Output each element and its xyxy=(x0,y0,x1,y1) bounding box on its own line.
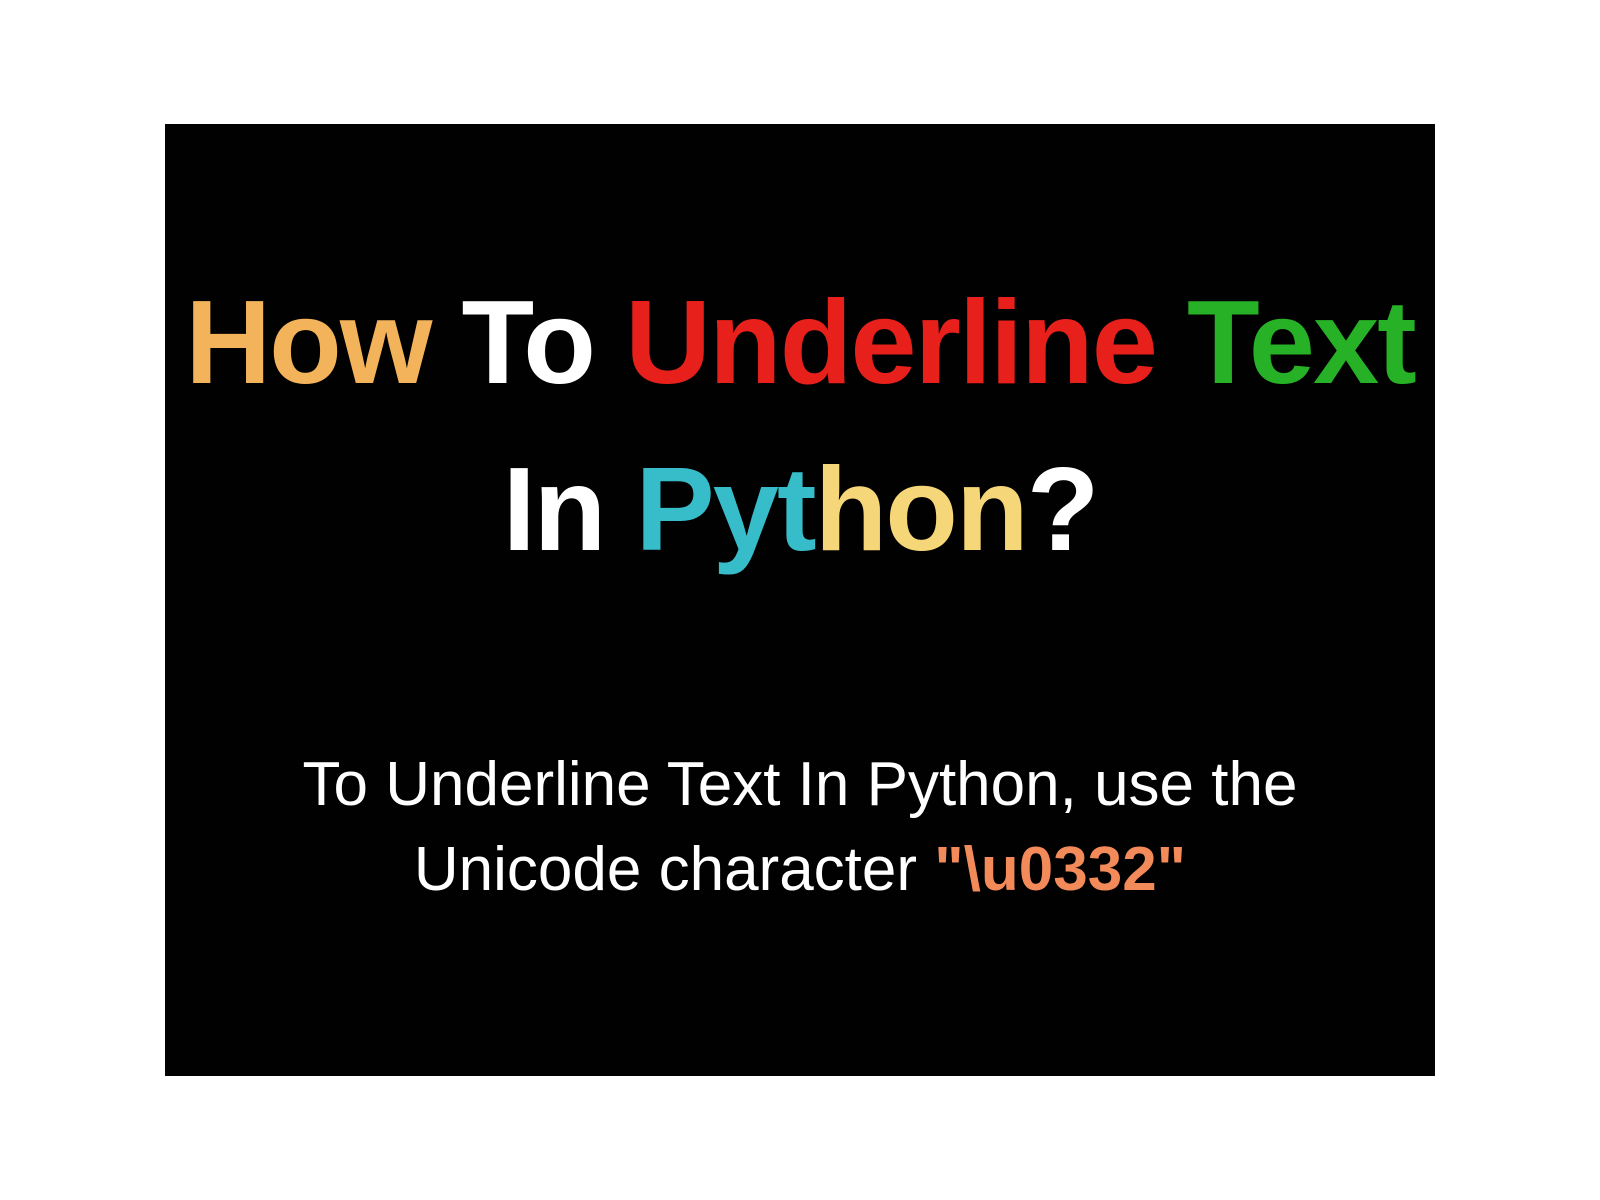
title-line-1: How To Underline Text xyxy=(185,272,1415,415)
title-word-python: Python xyxy=(635,443,1026,576)
subtitle-line-2: Unicode character "\u0332" xyxy=(303,827,1298,913)
title-line-2: In Python? xyxy=(185,439,1415,582)
slide-card: How To Underline Text In Python? To Unde… xyxy=(165,124,1435,1076)
title-word-underline: Underline xyxy=(625,276,1156,409)
title-word-how: How xyxy=(185,276,430,409)
slide-title: How To Underline Text In Python? xyxy=(185,272,1415,582)
subtitle-line-1: To Underline Text In Python, use the xyxy=(303,742,1298,828)
title-word-text: Text xyxy=(1187,276,1415,409)
title-word-in: In xyxy=(503,443,605,576)
title-word-python-part-b: hon xyxy=(815,443,1027,576)
title-question-mark: ? xyxy=(1027,443,1098,576)
title-word-to: To xyxy=(461,276,594,409)
slide-subtitle: To Underline Text In Python, use the Uni… xyxy=(303,742,1298,913)
title-word-python-part-a: Pyt xyxy=(635,443,814,576)
subtitle-unicode-code: "\u0332" xyxy=(934,835,1186,904)
subtitle-line-2-prefix: Unicode character xyxy=(414,835,934,904)
